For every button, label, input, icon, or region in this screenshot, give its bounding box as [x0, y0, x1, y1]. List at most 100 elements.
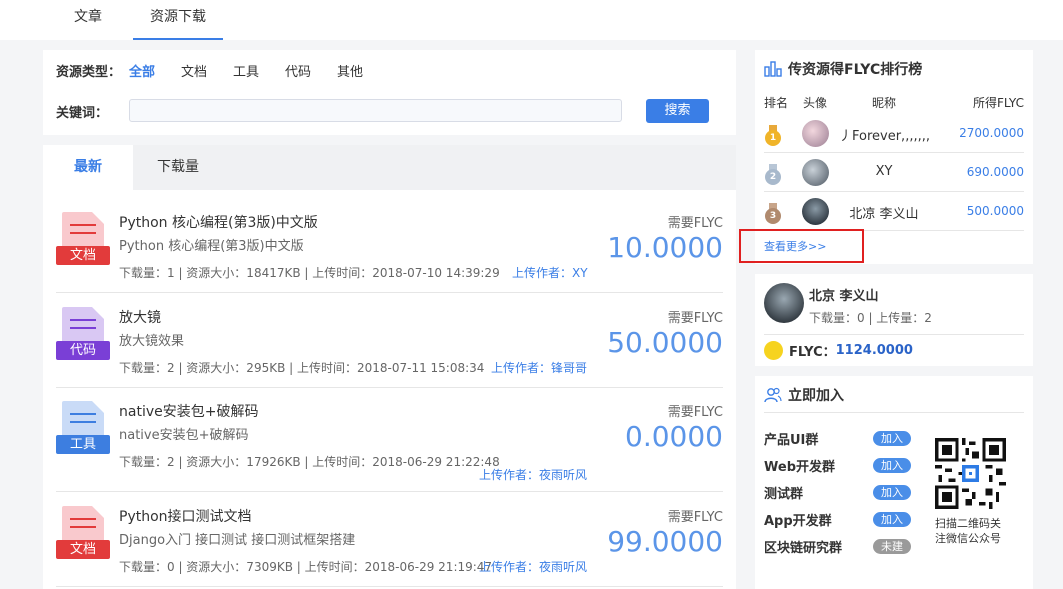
author-link[interactable]: 上传作者：夜雨听风 — [479, 466, 587, 483]
resource-title[interactable]: 放大镜 — [119, 307, 161, 327]
filter-panel: 资源类型： 全部 文档 工具 代码 其他 关键词： 搜索 — [43, 50, 736, 135]
type-tag: 工具 — [56, 435, 110, 454]
group-name: 区块链研究群 — [764, 541, 843, 556]
user-stats: 下载量：0 | 上传量：2 — [809, 311, 932, 325]
ranking-points: 2700.0000 — [959, 126, 1024, 140]
group-name: 产品UI群 — [764, 433, 819, 448]
ranking-header: 传资源得FLYC排行榜 — [764, 59, 922, 79]
qr-code-icon — [935, 438, 1006, 509]
tab-downloads[interactable]: 下载量 — [133, 145, 223, 190]
author-link[interactable]: 上传作者：锋哥哥 — [491, 359, 587, 376]
col-flyc: 所得FLYC — [972, 96, 1024, 110]
divider — [764, 412, 1024, 413]
users-icon — [764, 387, 782, 403]
bar-chart-icon — [764, 61, 782, 77]
col-nickname: 昵称 — [872, 96, 897, 110]
qr-caption: 扫描二维码关注微信公众号 — [935, 517, 1001, 545]
resource-meta: 下载量：1 | 资源大小：18417KB | 上传时间：2018-07-10 1… — [119, 266, 500, 280]
need-label: 需要FLYC — [667, 311, 723, 326]
join-button[interactable]: 加入 — [873, 458, 911, 473]
group-name: Web开发群 — [764, 460, 835, 475]
silver-medal-icon: 2 — [764, 164, 782, 186]
flyc-balance: FLYC： 1124.0000 — [764, 341, 913, 360]
need-label: 需要FLYC — [667, 510, 723, 525]
coin-icon — [764, 341, 783, 360]
price: 10.0000 — [607, 231, 723, 264]
ranking-points: 690.0000 — [966, 165, 1024, 179]
price: 50.0000 — [607, 326, 723, 359]
type-all[interactable]: 全部 — [129, 61, 181, 80]
keyword-input[interactable] — [129, 99, 622, 122]
resource-desc: 放大镜效果 — [119, 334, 185, 349]
divider — [764, 334, 1024, 335]
resource-title[interactable]: Python接口测试文档 — [119, 506, 252, 526]
type-document[interactable]: 文档 — [181, 61, 233, 80]
search-button[interactable]: 搜索 — [646, 99, 709, 123]
type-tag: 文档 — [56, 540, 110, 559]
join-panel: 立即加入 产品UI群 加入 Web开发群 加入 测试群 加入 App开发群 加入… — [755, 376, 1033, 589]
ranking-nickname[interactable]: 丿Forever,,,,,,, — [839, 125, 929, 144]
author-link[interactable]: 上传作者：夜雨听风 — [479, 558, 587, 575]
resource-desc: native安装包+破解码 — [119, 428, 249, 443]
keyword-label: 关键词： — [56, 106, 109, 121]
user-card: 北京 李义山 下载量：0 | 上传量：2 FLYC： 1124.0000 — [755, 274, 1033, 366]
document-icon: 文档 — [56, 212, 110, 270]
ranking-nickname[interactable]: 北凉 李义山 — [839, 203, 929, 222]
tab-resource-download[interactable]: 资源下载 — [133, 0, 223, 40]
user-avatar[interactable] — [764, 283, 804, 323]
type-filter: 全部 文档 工具 代码 其他 — [129, 61, 389, 80]
resource-title[interactable]: Python 核心编程(第3版)中文版 — [119, 212, 318, 232]
tab-latest[interactable]: 最新 — [43, 145, 133, 190]
resource-desc: Django入门 接口测试 接口测试框架搭建 — [119, 533, 356, 548]
need-label: 需要FLYC — [667, 405, 723, 420]
col-rank: 排名 — [764, 96, 789, 110]
type-code[interactable]: 代码 — [285, 61, 337, 80]
user-name[interactable]: 北京 李义山 — [809, 285, 879, 304]
avatar[interactable] — [802, 120, 829, 147]
resource-meta: 下载量：0 | 资源大小：7309KB | 上传时间：2018-06-29 21… — [119, 560, 493, 574]
resource-item[interactable]: 工具 native安装包+破解码 native安装包+破解码 下载量：2 | 资… — [56, 387, 723, 492]
resource-item[interactable]: 文档 Python 核心编程(第3版)中文版 Python 核心编程(第3版)中… — [56, 198, 723, 293]
bronze-medal-icon: 3 — [764, 203, 782, 225]
join-button[interactable]: 加入 — [873, 431, 911, 446]
group-name: 测试群 — [764, 487, 804, 502]
document-icon: 文档 — [56, 506, 110, 564]
ranking-row[interactable]: 1 丿Forever,,,,,,, 2700.0000 — [764, 114, 1024, 153]
ranking-row[interactable]: 3 北凉 李义山 500.0000 — [764, 192, 1024, 231]
list-tabs: 最新 下载量 — [43, 145, 736, 190]
join-button[interactable]: 加入 — [873, 485, 911, 500]
top-nav: 文章 资源下载 — [0, 0, 1063, 40]
need-label: 需要FLYC — [667, 216, 723, 231]
ranking-nickname[interactable]: XY — [839, 164, 929, 179]
tool-icon: 工具 — [56, 401, 110, 459]
join-button[interactable]: 加入 — [873, 512, 911, 527]
avatar[interactable] — [802, 159, 829, 186]
author-link[interactable]: 上传作者：XY — [512, 264, 588, 281]
tab-articles[interactable]: 文章 — [60, 0, 116, 40]
resource-item[interactable]: 代码 放大镜 放大镜效果 下载量：2 | 资源大小：295KB | 上传时间：2… — [56, 293, 723, 388]
join-header: 立即加入 — [764, 385, 844, 405]
resource-title[interactable]: native安装包+破解码 — [119, 401, 258, 421]
type-tag: 代码 — [56, 341, 110, 360]
resource-meta: 下载量：2 | 资源大小：295KB | 上传时间：2018-07-11 15:… — [119, 361, 485, 375]
group-name: App开发群 — [764, 514, 832, 529]
avatar[interactable] — [802, 198, 829, 225]
type-tool[interactable]: 工具 — [233, 61, 285, 80]
col-avatar: 头像 — [803, 96, 828, 110]
resource-desc: Python 核心编程(第3版)中文版 — [119, 239, 304, 254]
flyc-value: 1124.0000 — [835, 343, 913, 358]
ranking-row[interactable]: 2 XY 690.0000 — [764, 153, 1024, 192]
ranking-points: 500.0000 — [966, 204, 1024, 218]
type-tag: 文档 — [56, 246, 110, 265]
resource-meta: 下载量：2 | 资源大小：17926KB | 上传时间：2018-06-29 2… — [119, 455, 500, 469]
code-icon: 代码 — [56, 307, 110, 365]
resource-list-panel: 最新 下载量 文档 Python 核心编程(第3版)中文版 Python 核心编… — [43, 145, 736, 589]
ranking-title: 传资源得FLYC排行榜 — [788, 62, 923, 78]
resource-item[interactable]: 文档 Python接口测试文档 Django入门 接口测试 接口测试框架搭建 下… — [56, 492, 723, 587]
flyc-label: FLYC： — [789, 345, 836, 360]
gold-medal-icon: 1 — [764, 125, 782, 147]
not-built-button[interactable]: 未建 — [873, 539, 911, 554]
type-other[interactable]: 其他 — [337, 61, 389, 80]
join-title: 立即加入 — [788, 388, 844, 404]
price: 0.0000 — [625, 420, 723, 453]
